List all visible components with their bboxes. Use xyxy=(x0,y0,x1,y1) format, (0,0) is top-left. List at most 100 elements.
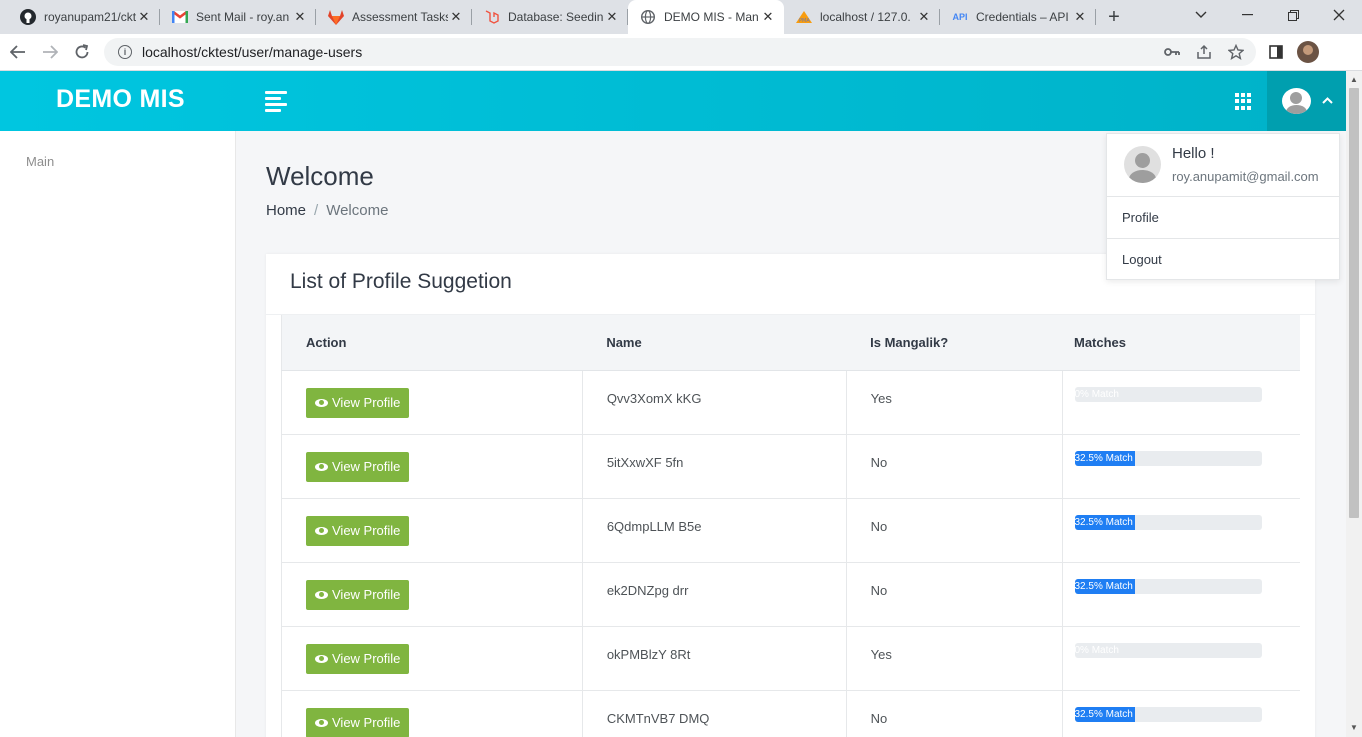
match-cell: 32.5% Match xyxy=(1062,562,1300,627)
browser-tab[interactable]: royanupam21/ckt ✕ xyxy=(8,0,160,34)
eye-icon xyxy=(315,590,328,599)
app-header: DEMO MIS xyxy=(0,71,1346,131)
tab-title: royanupam21/ckt xyxy=(44,10,136,24)
browser-tab[interactable]: API Credentials – API ✕ xyxy=(940,0,1096,34)
breadcrumb-separator: / xyxy=(314,202,319,219)
view-profile-button[interactable]: View Profile xyxy=(306,515,410,546)
page-title: Welcome xyxy=(266,161,374,191)
action-cell: View Profile xyxy=(281,434,583,499)
close-icon[interactable]: ✕ xyxy=(136,9,152,25)
svg-text:PMA: PMA xyxy=(799,18,810,23)
api-icon: API xyxy=(952,12,968,22)
mangalik-status: No xyxy=(846,498,1063,563)
view-profile-label: View Profile xyxy=(332,587,401,602)
match-progress-bar: 32.5% Match xyxy=(1074,450,1262,466)
view-profile-label: View Profile xyxy=(332,715,401,730)
brand-logo[interactable]: DEMO MIS xyxy=(56,85,185,114)
scroll-up-arrow-icon[interactable]: ▲ xyxy=(1350,75,1358,84)
key-icon[interactable] xyxy=(1162,42,1182,62)
close-icon[interactable]: ✕ xyxy=(1072,9,1088,25)
scroll-down-arrow-icon[interactable]: ▼ xyxy=(1350,723,1358,732)
side-panel-icon[interactable] xyxy=(1266,42,1286,62)
eye-icon xyxy=(315,398,328,407)
view-profile-button[interactable]: View Profile xyxy=(306,643,410,674)
eye-icon xyxy=(315,654,328,663)
match-progress-fill: 32.5% Match xyxy=(1074,578,1136,594)
forward-arrow-icon[interactable] xyxy=(40,42,60,62)
action-cell: View Profile xyxy=(281,370,583,435)
page-scrollbar[interactable]: ▲ ▼ xyxy=(1346,71,1362,737)
tab-title: localhost / 127.0. xyxy=(820,10,911,24)
view-profile-button[interactable]: View Profile xyxy=(306,579,410,610)
action-cell: View Profile xyxy=(281,690,583,737)
breadcrumb-home-link[interactable]: Home xyxy=(266,202,306,219)
mangalik-status: Yes xyxy=(846,626,1063,691)
menu-item-logout[interactable]: Logout xyxy=(1107,239,1339,281)
column-header-mangalik: Is Mangalik? xyxy=(846,315,1062,371)
view-profile-button[interactable]: View Profile xyxy=(306,387,410,418)
browser-tab[interactable]: Assessment Tasks ✕ xyxy=(316,0,472,34)
new-tab-icon[interactable]: + xyxy=(1104,7,1124,27)
close-icon[interactable]: ✕ xyxy=(916,9,932,25)
browser-toolbar: i localhost/cktest/user/manage-users xyxy=(0,34,1362,71)
table-row: View Profile CKMTnVB7 DMQ No 32.5% Match xyxy=(281,690,1300,737)
browser-tab[interactable]: PMA localhost / 127.0. ✕ xyxy=(784,0,940,34)
match-progress-fill: 32.5% Match xyxy=(1074,450,1136,466)
action-cell: View Profile xyxy=(281,626,583,691)
profile-name: okPMBlzY 8Rt xyxy=(582,626,847,691)
site-info-icon[interactable]: i xyxy=(118,45,132,59)
view-profile-button[interactable]: View Profile xyxy=(306,707,410,737)
close-icon[interactable]: ✕ xyxy=(448,9,464,25)
profile-name: 6QdmpLLM B5e xyxy=(582,498,847,563)
profile-name: Qvv3XomX kKG xyxy=(582,370,847,435)
sidebar-section-label: Main xyxy=(26,154,55,169)
user-dropdown-menu: Hello ! roy.anupamit@gmail.com Profile L… xyxy=(1106,133,1340,280)
share-icon[interactable] xyxy=(1194,42,1214,62)
tab-search-chevron-icon[interactable] xyxy=(1178,0,1224,30)
address-bar[interactable]: i localhost/cktest/user/manage-users xyxy=(104,38,1256,66)
table-row: View Profile 6QdmpLLM B5e No 32.5% Match xyxy=(281,498,1300,563)
close-window-icon[interactable] xyxy=(1316,0,1362,30)
tab-title: Credentials – API xyxy=(976,10,1069,24)
scrollbar-thumb[interactable] xyxy=(1349,88,1359,518)
match-progress-bar: 32.5% Match xyxy=(1074,578,1262,594)
close-icon[interactable]: ✕ xyxy=(760,9,776,25)
match-progress-bar: 32.5% Match xyxy=(1074,706,1262,722)
apps-grid-icon[interactable] xyxy=(1235,93,1252,110)
menu-toggle-icon[interactable] xyxy=(265,91,287,112)
view-profile-button[interactable]: View Profile xyxy=(306,451,410,482)
tab-title: Sent Mail - roy.an xyxy=(196,10,290,24)
view-profile-label: View Profile xyxy=(332,459,401,474)
minimize-icon[interactable] xyxy=(1224,0,1270,30)
browser-tab[interactable]: Sent Mail - roy.an ✕ xyxy=(160,0,316,34)
tab-title: Assessment Tasks xyxy=(352,10,448,24)
laravel-icon xyxy=(484,9,500,25)
mangalik-status: No xyxy=(846,434,1063,499)
breadcrumb-current: Welcome xyxy=(326,202,389,219)
mangalik-status: No xyxy=(846,690,1063,737)
browser-tab-active[interactable]: DEMO MIS - Man ✕ xyxy=(628,0,784,34)
match-progress-bar: 0% Match xyxy=(1074,642,1262,658)
match-cell: 32.5% Match xyxy=(1062,434,1300,499)
menu-item-profile[interactable]: Profile xyxy=(1107,197,1339,239)
match-progress-bar: 0% Match xyxy=(1074,386,1262,402)
browser-tab[interactable]: Database: Seedin ✕ xyxy=(472,0,628,34)
user-greeting: Hello ! xyxy=(1172,145,1215,162)
profile-table: Action Name Is Mangalik? Matches View Pr… xyxy=(281,315,1300,737)
column-header-matches: Matches xyxy=(1062,315,1300,371)
table-header-row: Action Name Is Mangalik? Matches xyxy=(281,315,1300,371)
bookmark-star-icon[interactable] xyxy=(1226,42,1246,62)
match-cell: 0% Match xyxy=(1062,370,1300,435)
back-arrow-icon[interactable] xyxy=(8,42,28,62)
restore-icon[interactable] xyxy=(1270,0,1316,30)
close-icon[interactable]: ✕ xyxy=(604,9,620,25)
reload-icon[interactable] xyxy=(72,42,92,62)
table-row: View Profile okPMBlzY 8Rt Yes 0% Match xyxy=(281,626,1300,691)
eye-icon xyxy=(315,526,328,535)
sidebar: Main xyxy=(0,131,236,737)
close-icon[interactable]: ✕ xyxy=(292,9,308,25)
browser-profile-avatar[interactable] xyxy=(1297,41,1319,63)
user-menu-toggle[interactable] xyxy=(1267,71,1346,131)
browser-tab-strip: royanupam21/ckt ✕ Sent Mail - roy.an ✕ A… xyxy=(0,0,1362,34)
view-profile-label: View Profile xyxy=(332,651,401,666)
